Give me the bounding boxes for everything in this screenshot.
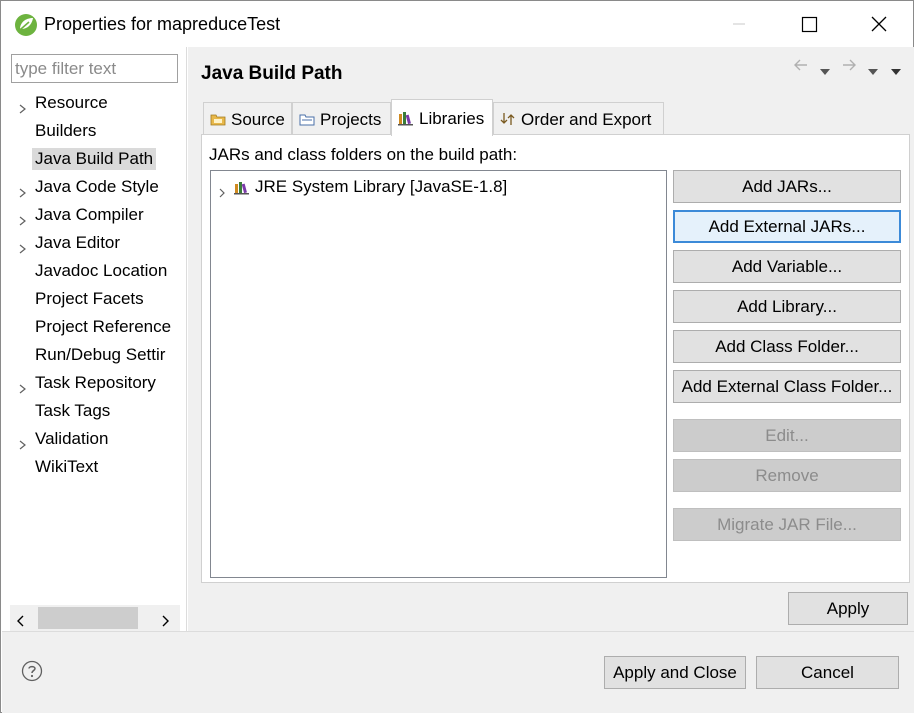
maximize-button[interactable]	[779, 1, 839, 47]
expand-chevron-icon[interactable]	[19, 183, 27, 198]
spring-logo-icon	[14, 13, 38, 37]
sidebar-item-label: Java Editor	[35, 233, 121, 252]
forward-arrow-icon[interactable]	[840, 57, 858, 78]
tab-libraries-label: Libraries	[419, 109, 485, 128]
tab-projects[interactable]: Projects	[292, 102, 391, 135]
tab-libraries[interactable]: Libraries	[391, 99, 493, 136]
filter-input[interactable]	[11, 54, 178, 83]
back-arrow-icon[interactable]	[792, 57, 810, 78]
title-bar: Properties for mapreduceTest	[1, 1, 913, 47]
sidebar-item-label: Java Compiler	[35, 205, 144, 224]
library-icon	[234, 180, 250, 200]
apply-and-close-button[interactable]: Apply and Close	[604, 656, 746, 689]
tab-source-label: Source	[231, 110, 285, 129]
tab-source[interactable]: Source	[203, 102, 292, 135]
sidebar-item-label: Run/Debug Settir	[35, 345, 166, 364]
sidebar-item-javadoc-location[interactable]: Javadoc Location	[2, 258, 186, 286]
apply-button[interactable]: Apply	[788, 592, 908, 625]
expand-chevron-icon[interactable]	[19, 99, 27, 114]
order-export-icon	[500, 111, 516, 127]
scrollbar-thumb[interactable]	[38, 607, 138, 629]
list-item[interactable]: JRE System Library [JavaSE-1.8]	[211, 174, 666, 198]
build-path-description: JARs and class folders on the build path…	[209, 145, 518, 164]
add-variable-button[interactable]: Add Variable...	[673, 250, 901, 283]
minimize-button[interactable]	[709, 1, 769, 47]
sidebar-item-wikitext[interactable]: WikiText	[2, 454, 186, 482]
add-library-button[interactable]: Add Library...	[673, 290, 901, 323]
sidebar-item-java-editor[interactable]: Java Editor	[2, 230, 186, 258]
horizontal-scrollbar[interactable]	[10, 605, 180, 631]
edit-button[interactable]: Edit...	[673, 419, 901, 452]
projects-icon	[299, 111, 315, 127]
expand-chevron-icon[interactable]	[219, 183, 226, 203]
sidebar-item-label: Project Reference	[35, 317, 172, 336]
sidebar-item-task-tags[interactable]: Task Tags	[2, 398, 186, 426]
migrate-jar-file-button[interactable]: Migrate JAR File...	[673, 508, 901, 541]
expand-chevron-icon[interactable]	[19, 211, 27, 226]
help-icon[interactable]	[21, 660, 43, 682]
sidebar-item-task-repository[interactable]: Task Repository	[2, 370, 186, 398]
sidebar-item-java-build-path[interactable]: Java Build Path	[2, 146, 186, 174]
properties-dialog: Properties for mapreduceTest Resource Bui…	[0, 0, 914, 713]
sidebar-item-label: Resource	[35, 93, 108, 112]
sidebar-item-resource[interactable]: Resource	[2, 90, 186, 118]
add-class-folder-button[interactable]: Add Class Folder...	[673, 330, 901, 363]
sidebar-item-label: Javadoc Location	[35, 261, 168, 280]
cancel-button[interactable]: Cancel	[756, 656, 899, 689]
sidebar-item-java-compiler[interactable]: Java Compiler	[2, 202, 186, 230]
sidebar-item-label: Validation	[35, 429, 109, 448]
sidebar-item-label: Java Build Path	[32, 148, 157, 170]
remove-button[interactable]: Remove	[673, 459, 901, 492]
property-page: Java Build Path Source Projects Librarie…	[188, 47, 914, 631]
dialog-footer: Apply and Close Cancel	[2, 631, 914, 713]
sidebar-item-project-facets[interactable]: Project Facets	[2, 286, 186, 314]
close-button[interactable]	[849, 1, 909, 47]
sidebar-item-label: WikiText	[35, 457, 99, 476]
tab-order-and-export[interactable]: Order and Export	[493, 102, 664, 135]
tab-projects-label: Projects	[320, 110, 382, 129]
source-folder-icon	[210, 111, 226, 127]
preference-tree-pane: Resource Builders Java Build Path Java Code…	[2, 47, 187, 631]
add-external-jars-button[interactable]: Add External JARs...	[673, 210, 901, 243]
scroll-right-icon[interactable]	[160, 612, 170, 632]
sidebar-item-label: Java Code Style	[35, 177, 159, 196]
view-menu-icon[interactable]	[890, 61, 902, 81]
sidebar-item-run-debug-settir[interactable]: Run/Debug Settir	[2, 342, 186, 370]
scroll-left-icon[interactable]	[16, 612, 26, 632]
window-title: Properties for mapreduceTest	[44, 14, 281, 34]
add-external-class-folder-button[interactable]: Add External Class Folder...	[673, 370, 901, 403]
sidebar-item-validation[interactable]: Validation	[2, 426, 186, 454]
sidebar-item-builders[interactable]: Builders	[2, 118, 186, 146]
page-title: Java Build Path	[201, 63, 343, 84]
tab-order-and-export-label: Order and Export	[521, 110, 652, 129]
sidebar-item-label: Task Repository	[35, 373, 156, 392]
expand-chevron-icon[interactable]	[19, 379, 27, 394]
back-menu-dropdown-icon[interactable]	[819, 61, 831, 81]
sidebar-item-label: Project Facets	[35, 289, 144, 308]
libraries-tab-panel: JARs and class folders on the build path…	[201, 134, 910, 583]
libraries-icon	[398, 110, 414, 126]
sidebar-item-project-reference[interactable]: Project Reference	[2, 314, 186, 342]
build-path-library-list[interactable]: JRE System Library [JavaSE-1.8]	[210, 170, 667, 578]
sidebar-item-java-code-style[interactable]: Java Code Style	[2, 174, 186, 202]
sidebar-item-label: Task Tags	[35, 401, 111, 420]
expand-chevron-icon[interactable]	[19, 435, 27, 450]
expand-chevron-icon[interactable]	[19, 239, 27, 254]
add-jars-button[interactable]: Add JARs...	[673, 170, 901, 203]
library-label: JRE System Library [JavaSE-1.8]	[255, 177, 508, 196]
sidebar-item-label: Builders	[35, 121, 97, 140]
forward-menu-dropdown-icon[interactable]	[867, 61, 879, 81]
